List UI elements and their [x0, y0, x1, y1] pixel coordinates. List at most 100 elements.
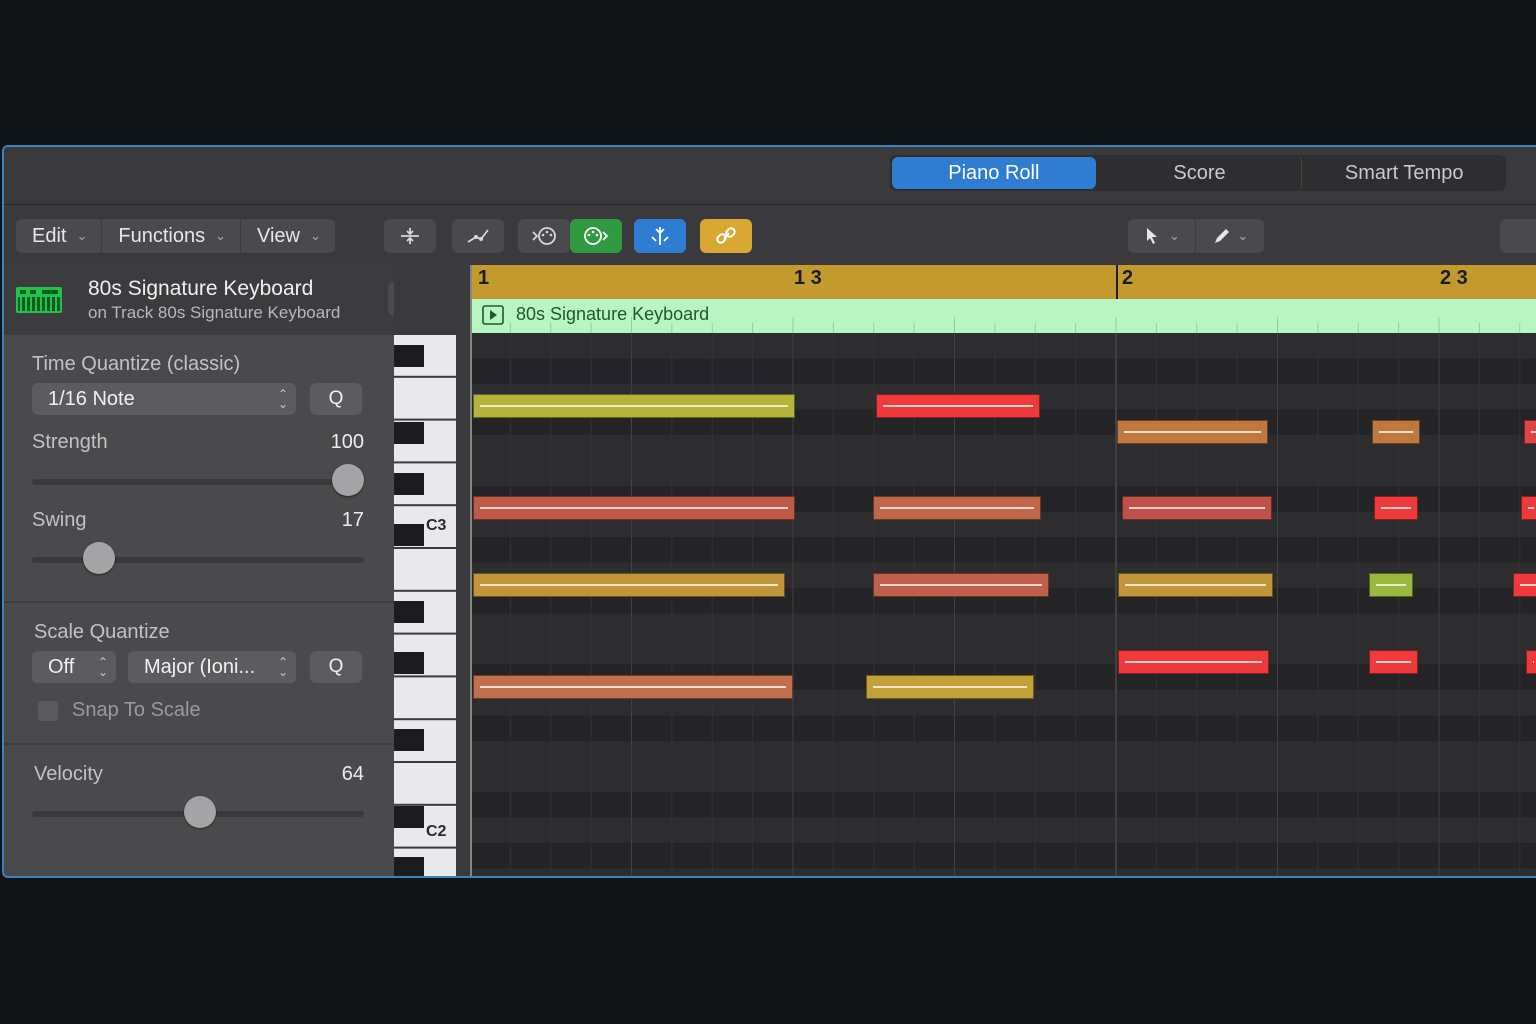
piano-roll-window: Piano Roll Score Smart Tempo Edit ⌄ Funct…: [2, 145, 1536, 878]
pointer-icon: [1147, 228, 1158, 244]
ruler-label: 1 3: [794, 267, 822, 289]
velocity-slider-knob[interactable]: [184, 796, 216, 828]
midi-region[interactable]: 80s Signature Keyboard: [470, 299, 1536, 333]
grid-row: [470, 460, 1536, 486]
strength-value: 100: [330, 431, 364, 453]
scale-root-select[interactable]: Off ⌃ ⌄: [32, 651, 116, 683]
tab-piano-roll[interactable]: Piano Roll: [892, 157, 1096, 189]
midi-note[interactable]: [1369, 650, 1418, 674]
midi-note[interactable]: [1118, 573, 1273, 597]
edit-menu[interactable]: Edit ⌄: [16, 219, 103, 253]
tab-smart-tempo[interactable]: Smart Tempo: [1302, 155, 1506, 191]
grid-row: [470, 358, 1536, 384]
midi-note[interactable]: [473, 675, 793, 699]
black-key[interactable]: [394, 652, 424, 674]
midi-note[interactable]: [876, 394, 1040, 418]
black-key[interactable]: [394, 524, 424, 546]
tool-group: ⌄ ⌄: [1128, 219, 1264, 253]
white-key[interactable]: [394, 377, 456, 419]
playhead[interactable]: [470, 265, 472, 876]
black-key[interactable]: [394, 857, 424, 878]
midi-note[interactable]: [873, 496, 1041, 520]
region-tick-marks: [470, 317, 1521, 333]
snap-to-scale-checkbox[interactable]: [38, 701, 58, 721]
white-key[interactable]: [394, 677, 456, 719]
black-key[interactable]: [394, 806, 424, 828]
bar-ruler[interactable]: 1 1 3 2 2 3: [470, 265, 1536, 299]
midi-note[interactable]: [1372, 420, 1420, 444]
scale-type-value: Major (Ioni...: [144, 655, 256, 678]
velocity-value: 64: [341, 763, 364, 785]
toolbar: Edit ⌄ Functions ⌄ View ⌄ ⌄ ⌄: [4, 205, 1536, 265]
time-quantize-select[interactable]: 1/16 Note ⌃ ⌄: [32, 383, 296, 415]
pencil-tool-menu[interactable]: ⌄: [1196, 219, 1264, 253]
scale-type-select[interactable]: Major (Ioni... ⌃ ⌄: [128, 651, 296, 683]
functions-menu[interactable]: Functions ⌄: [102, 219, 241, 253]
ruler-label: 2 3: [1440, 267, 1468, 289]
midi-note[interactable]: [1118, 650, 1269, 674]
automation-curve-icon: [467, 229, 489, 243]
section-divider: [4, 601, 394, 603]
midi-note[interactable]: [1513, 573, 1536, 597]
tab-score[interactable]: Score: [1098, 155, 1303, 191]
midi-note[interactable]: [1117, 420, 1268, 444]
midi-note[interactable]: [866, 675, 1034, 699]
white-key[interactable]: [394, 549, 456, 590]
toolbar-overflow-button[interactable]: [1500, 219, 1536, 253]
midi-note[interactable]: [473, 496, 795, 520]
black-key[interactable]: [394, 601, 424, 623]
chevron-down-icon: ⌄: [215, 228, 226, 243]
midi-note[interactable]: [1524, 420, 1536, 444]
midi-note[interactable]: [1526, 650, 1536, 674]
black-key[interactable]: [394, 422, 424, 444]
piano-keyboard[interactable]: C3 C2: [394, 265, 456, 878]
black-key[interactable]: [394, 729, 424, 751]
midi-out-icon: [584, 227, 609, 245]
midi-note[interactable]: [473, 573, 785, 597]
piano-keys: [394, 335, 456, 878]
section-divider: [4, 743, 394, 745]
track-name: 80s Signature Keyboard: [88, 277, 314, 300]
grid-row: [470, 868, 1536, 876]
swing-slider[interactable]: [32, 557, 364, 563]
scale-quantize-q-button[interactable]: Q: [310, 651, 362, 683]
bar-line: [1116, 265, 1118, 299]
swing-value: 17: [341, 509, 364, 531]
black-key[interactable]: [394, 473, 424, 495]
strength-slider-knob[interactable]: [332, 464, 364, 496]
view-menu[interactable]: View ⌄: [241, 219, 335, 253]
grid-row: [470, 537, 1536, 563]
midi-note[interactable]: [1374, 496, 1418, 520]
link-button[interactable]: [700, 219, 752, 253]
grid-row: [470, 792, 1536, 818]
pointer-tool-menu[interactable]: ⌄: [1128, 219, 1196, 253]
link-icon: [716, 227, 736, 244]
automation-button[interactable]: [452, 219, 504, 253]
midi-note[interactable]: [473, 394, 795, 418]
midi-note[interactable]: [1122, 496, 1272, 520]
title-bar: Piano Roll Score Smart Tempo: [4, 147, 1536, 205]
catch-playhead-button[interactable]: [634, 219, 686, 253]
grid-row: [470, 333, 1536, 359]
up-down-arrows-icon: ⌃ ⌄: [277, 387, 288, 411]
chevron-down-icon: ⌄: [76, 228, 88, 243]
swing-slider-knob[interactable]: [83, 542, 115, 574]
time-quantize-q-button[interactable]: Q: [310, 383, 362, 415]
collapse-button[interactable]: [384, 219, 436, 253]
white-key[interactable]: [394, 763, 456, 804]
midi-note[interactable]: [1369, 573, 1413, 597]
strength-label: Strength: [32, 431, 108, 453]
grid-row: [470, 715, 1536, 741]
time-quantize-label: Time Quantize (classic): [32, 353, 241, 375]
chevron-down-icon: ⌄: [1169, 228, 1180, 243]
scale-quantize-label: Scale Quantize: [34, 621, 170, 643]
snap-to-scale-label: Snap To Scale: [72, 699, 201, 721]
c2-key-label: C2: [426, 823, 447, 840]
strength-slider[interactable]: [32, 479, 364, 485]
black-key[interactable]: [394, 345, 424, 367]
midi-in-button[interactable]: [518, 219, 570, 253]
midi-note[interactable]: [1521, 496, 1536, 520]
midi-out-button[interactable]: [570, 219, 622, 253]
midi-note[interactable]: [873, 573, 1049, 597]
track-subtitle: on Track 80s Signature Keyboard: [88, 303, 341, 322]
